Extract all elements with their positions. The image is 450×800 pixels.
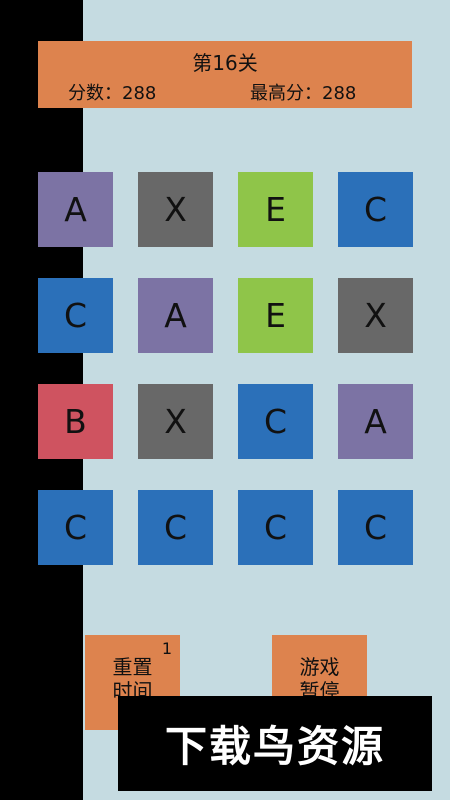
tile[interactable]: C — [138, 490, 213, 565]
tile[interactable]: C — [38, 278, 113, 353]
tile[interactable]: A — [138, 278, 213, 353]
tile[interactable]: C — [238, 384, 313, 459]
reset-count-badge: 1 — [161, 639, 172, 658]
current-score: 分数：288 — [68, 83, 157, 104]
tile[interactable]: E — [238, 172, 313, 247]
tile[interactable]: C — [238, 490, 313, 565]
tile[interactable]: B — [38, 384, 113, 459]
tile[interactable]: A — [38, 172, 113, 247]
watermark-logo: 下载鸟资源 — [118, 696, 432, 791]
tile[interactable]: C — [338, 172, 413, 247]
tile[interactable]: X — [138, 384, 213, 459]
tile[interactable]: C — [338, 490, 413, 565]
tile[interactable]: C — [38, 490, 113, 565]
score-panel: 第16关 分数：288 最高分：288 — [38, 41, 412, 108]
tile[interactable]: X — [338, 278, 413, 353]
tile[interactable]: E — [238, 278, 313, 353]
tile[interactable]: X — [138, 172, 213, 247]
best-score: 最高分：288 — [250, 83, 357, 104]
tile[interactable]: A — [338, 384, 413, 459]
level-title: 第16关 — [192, 51, 258, 75]
